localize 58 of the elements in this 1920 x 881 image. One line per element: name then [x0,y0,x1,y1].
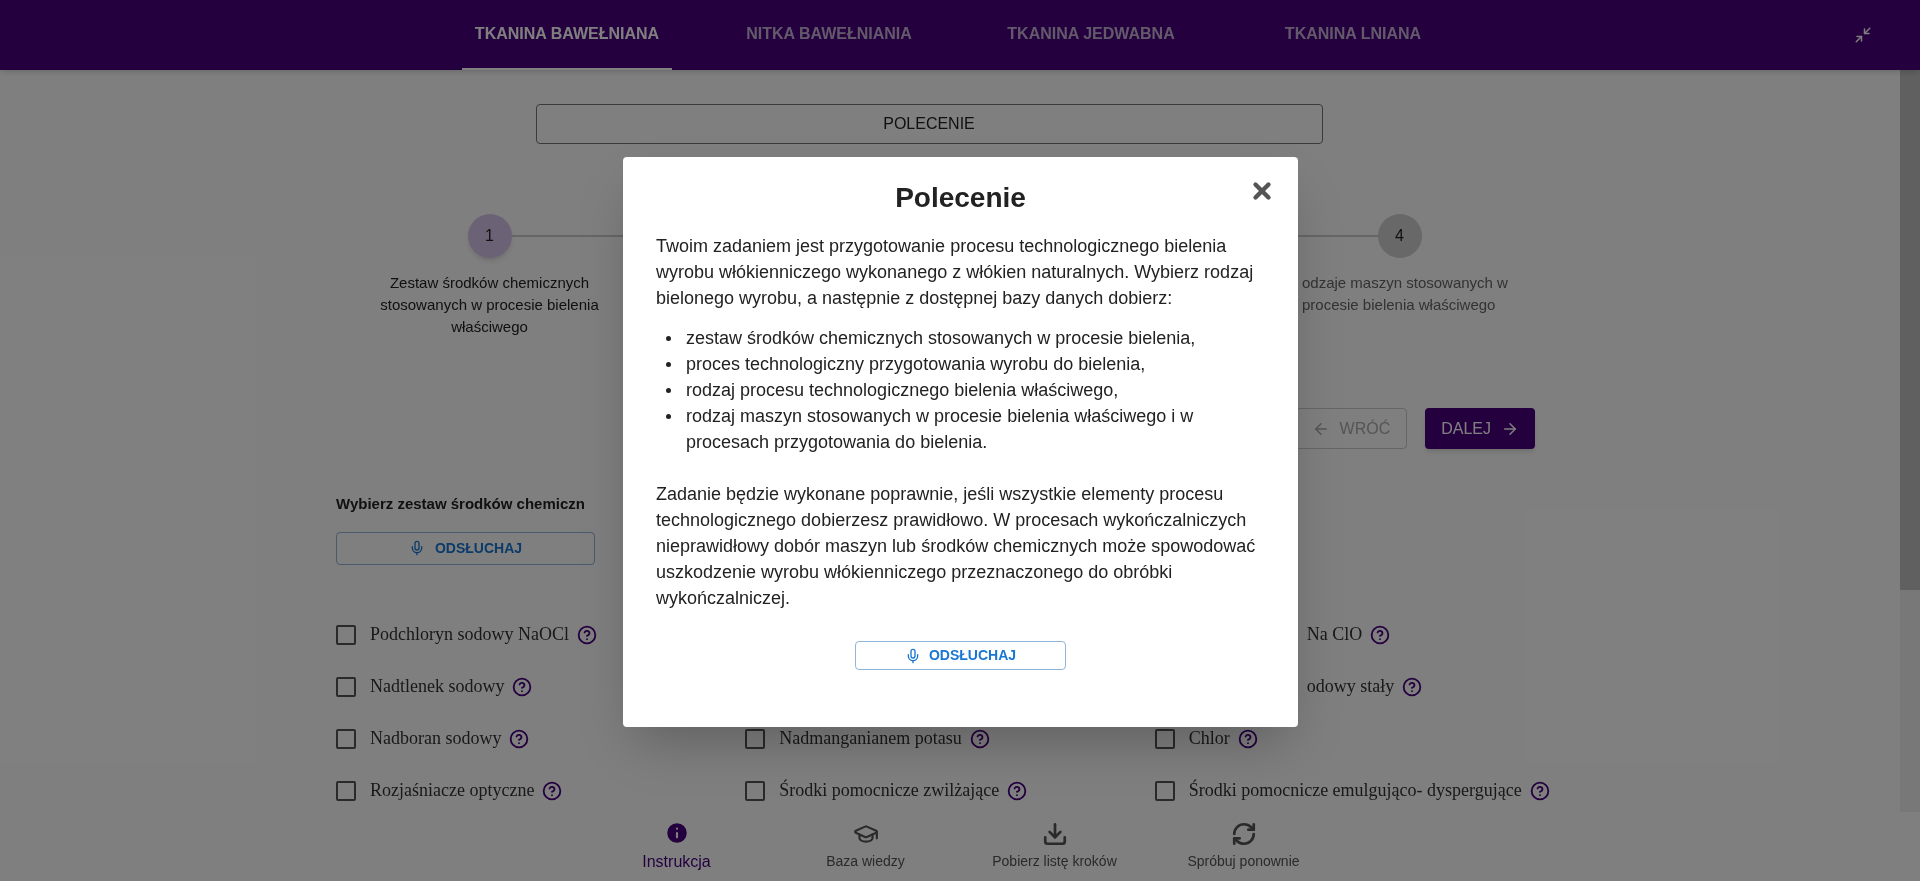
dialog-list-item: rodzaj procesu technologicznego bielenia właściwego, [686,379,1119,402]
checkbox[interactable] [336,624,356,645]
option-label: Chlor [1188,727,1230,750]
refresh-icon [1230,821,1257,847]
tab[interactable]: NITKA BAWEŁNIANIA [724,0,934,70]
checkbox[interactable] [336,780,356,801]
exit-fullscreen-icon[interactable] [1854,26,1872,44]
checkbox[interactable] [745,728,766,749]
bottom-nav-item[interactable]: Instrukcja [582,812,771,881]
help-icon[interactable] [1237,728,1258,749]
option-label: odowy stały [1306,675,1395,698]
dialog-paragraph: Twoim zadaniem jest przygotowanie procesu technologicznego bielenia wyrobu włókienniczego wykonanego z włókien naturalnych. Wybierz rodzaj bielonego wyrobu, a następnie z dostępnej bazy danych dobierz: [656,235,1255,310]
option-label: Podchloryn sodowy NaOCl [370,623,569,646]
option-label: Środki pomocnicze emulgująco- dyspergujące [1188,778,1522,802]
help-icon[interactable] [1007,780,1028,801]
option-label: Nadtlenek sodowy [370,675,505,698]
dialog-list-item: rodzaj maszyn stosowanych w procesie bielenia właściwego i w procesach przygotowania do bielenia. [686,405,1195,454]
help-icon[interactable] [577,624,597,645]
tab[interactable]: TKANINA LNIANA [1248,0,1458,70]
checkbox[interactable] [1154,728,1175,749]
help-icon[interactable] [1370,624,1391,645]
checkbox[interactable] [1154,780,1175,801]
help-icon[interactable] [509,728,530,749]
option-label: Rozjaśniacze optyczne [370,779,535,802]
help-icon[interactable] [542,780,563,801]
bottom-nav-item[interactable]: Spróbuj ponownie [1149,812,1338,881]
checkbox[interactable] [336,728,356,749]
checkbox[interactable] [745,780,766,801]
option-label: Nadmanganianem potasu [779,727,962,750]
command-button[interactable]: POLECENIE [535,104,1323,144]
tab[interactable]: TKANINA BAWEŁNIANA [462,0,672,70]
scrollbar[interactable] [1900,70,1920,812]
help-icon[interactable] [1402,676,1423,697]
option-label: Na ClO [1306,623,1363,646]
dialog-title: Polecenie [895,181,1026,215]
download-icon [1041,821,1068,847]
checkbox[interactable] [336,676,356,697]
listen-button[interactable]: ODSŁUCHAJ [336,531,595,565]
listen-button[interactable]: ODSŁUCHAJ [855,641,1066,670]
bullet-icon [666,362,671,367]
bottom-nav-item[interactable]: Pobierz listę kroków [960,812,1149,881]
tab[interactable]: TKANINA JEDWABNA [986,0,1196,70]
step-label: Zestaw środków chemicznych stosowanych w procesie bielenia właściwego [379,273,600,337]
dialog-paragraph: Zadanie będzie wykonane poprawnie, jeśli wszystkie elementy procesu technologicznego dobierzesz prawidłowo. W procesach wykończalniczych nieprawidłowy dobór maszyn lub środków chemicznych może spowodować uszkodzenie wyrobu włókienniczego przeznaczonego do obróbki wykończalniczej. [656,483,1257,610]
option-label: Nadboran sodowy [370,727,502,750]
next-button[interactable]: DALEJ [1425,408,1535,449]
option-label: Środki pomocnicze zwilżające [779,778,1000,802]
bullet-icon [666,388,671,393]
step-label: odzaje maszyn stosowanych w procesie bielenia właściwego [1302,273,1509,315]
dialog-list-item: zestaw środków chemicznych stosowanych w procesie bielenia, [686,327,1196,350]
bullet-icon [666,336,671,341]
help-icon[interactable] [969,728,990,749]
help-icon[interactable] [512,676,533,697]
section-heading: Wybierz zestaw środków chemiczn [336,494,585,514]
help-icon[interactable] [1529,780,1550,801]
bottom-nav-item[interactable]: Baza wiedzy [771,812,960,881]
dialog-list-item: proces technologiczny przygotowania wyrobu do bielenia, [686,353,1146,376]
bullet-icon [666,414,671,419]
